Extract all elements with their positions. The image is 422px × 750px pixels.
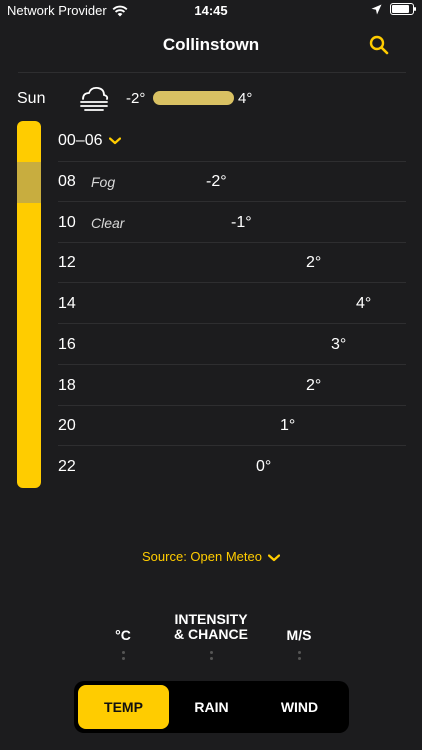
day-label: Sun xyxy=(17,90,46,107)
hour-range-highlight xyxy=(17,162,41,203)
temp-unit-label: °C xyxy=(115,627,131,643)
hour-label: 22 xyxy=(58,457,76,475)
hour-row: 10 Clear -1° xyxy=(58,203,406,243)
hour-temperature: 4° xyxy=(356,295,372,313)
hour-label: 20 xyxy=(58,417,76,435)
hour-row: 20 1° xyxy=(58,406,406,447)
hour-label: 12 xyxy=(58,254,76,272)
metric-tab-bar: TEMP RAIN WIND xyxy=(74,681,349,733)
hour-condition: Clear xyxy=(91,214,125,231)
tab-wind[interactable]: WIND xyxy=(254,685,345,729)
chevron-down-icon xyxy=(267,553,280,561)
status-bar: Network Provider 14:45 xyxy=(0,0,422,22)
hour-temperature: 2° xyxy=(306,376,322,394)
hour-temperature: -2° xyxy=(206,173,227,190)
source-selector[interactable]: Source: Open Meteo xyxy=(0,549,422,564)
chevron-down-icon xyxy=(108,137,121,144)
temperature-range-bar xyxy=(153,91,234,105)
fog-cloud-icon xyxy=(80,86,109,111)
hour-label: 16 xyxy=(58,335,76,353)
temp-unit-dots xyxy=(122,651,125,663)
hour-label: 08 xyxy=(58,173,76,190)
units-row: °C INTENSITY & CHANCE M/S xyxy=(0,611,422,671)
hour-row: 14 4° xyxy=(58,284,406,325)
hour-label: 10 xyxy=(58,213,76,231)
rain-unit-label: INTENSITY & CHANCE xyxy=(160,612,262,642)
period-label-wrap: 00–06 xyxy=(58,132,121,150)
hour-temperature: 1° xyxy=(280,417,296,435)
location-arrow-icon xyxy=(371,4,382,14)
hour-label: 18 xyxy=(58,376,76,394)
wind-unit-dots xyxy=(298,651,301,663)
hour-label: 14 xyxy=(58,295,76,313)
divider xyxy=(58,161,406,162)
day-temp-min: -2° xyxy=(126,90,146,107)
page-title: Collinstown xyxy=(162,35,260,54)
divider xyxy=(18,72,406,73)
period-label: 00–06 xyxy=(58,132,103,149)
hour-range-bar[interactable] xyxy=(17,121,41,488)
hour-row: 18 2° xyxy=(58,366,406,406)
rain-unit-dots xyxy=(210,651,213,663)
tab-temp[interactable]: TEMP xyxy=(78,685,169,729)
search-icon[interactable] xyxy=(368,34,390,56)
battery-icon xyxy=(390,3,416,15)
day-temp-max: 4° xyxy=(238,90,253,107)
hour-temperature: -1° xyxy=(231,213,252,231)
hour-row: 12 2° xyxy=(58,243,406,284)
period-selector[interactable]: 00–06 xyxy=(58,121,406,161)
rain-unit-line1: INTENSITY xyxy=(174,611,248,627)
hour-condition: Fog xyxy=(91,174,116,190)
day-summary-row[interactable]: Sun -2° 4° xyxy=(0,80,422,116)
source-label: Source: Open Meteo xyxy=(142,549,262,564)
hour-row: 22 0° xyxy=(58,447,406,487)
tab-rain[interactable]: RAIN xyxy=(166,685,257,729)
hour-temperature: 0° xyxy=(256,457,272,475)
hour-temperature: 3° xyxy=(331,335,347,353)
rain-unit-line2: & CHANCE xyxy=(174,626,248,642)
hour-row: 16 3° xyxy=(58,325,406,365)
hour-row: 08 Fog -2° xyxy=(58,162,406,202)
navigation-bar: Collinstown xyxy=(0,22,422,66)
wind-unit-label: M/S xyxy=(286,627,312,643)
status-time: 14:45 xyxy=(194,3,228,18)
hour-temperature: 2° xyxy=(306,254,322,272)
status-right xyxy=(371,3,416,15)
